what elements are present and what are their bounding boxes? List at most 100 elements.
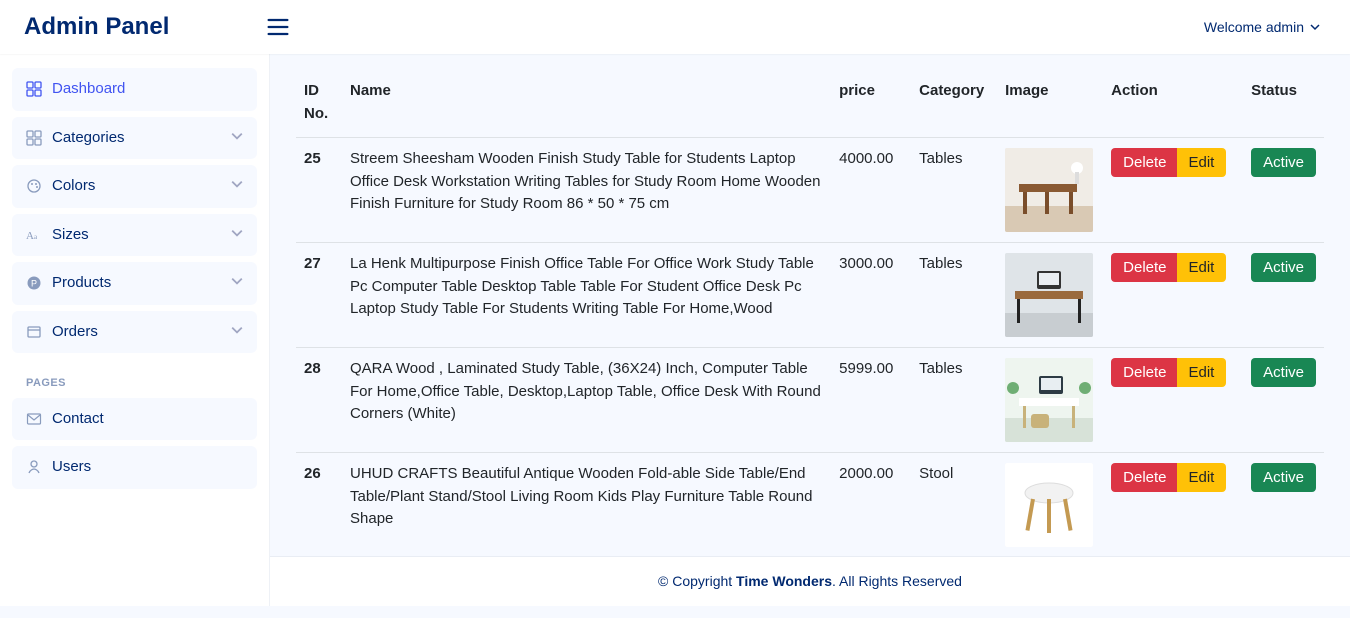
sidebar-item-label: Orders <box>52 321 98 344</box>
user-greeting: Welcome admin <box>1204 17 1304 38</box>
product-image <box>1005 463 1093 547</box>
table-row: 25Streem Sheesham Wooden Finish Study Ta… <box>296 138 1324 243</box>
product-thumbnail <box>1005 253 1093 337</box>
status-active-button[interactable]: Active <box>1251 358 1316 387</box>
col-action: Action <box>1103 72 1243 138</box>
col-image: Image <box>997 72 1103 138</box>
cell-category: Tables <box>911 138 997 243</box>
cell-price: 5999.00 <box>831 348 911 453</box>
sidebar-item-label: Colors <box>52 175 95 198</box>
status-active-button[interactable]: Active <box>1251 253 1316 282</box>
cell-image <box>997 348 1103 453</box>
nav-icon <box>26 324 42 340</box>
cell-action: DeleteEdit <box>1103 138 1243 243</box>
sidebar-item-label: Users <box>52 456 91 479</box>
user-menu[interactable]: Welcome admin <box>1198 13 1326 42</box>
nav-icon <box>26 130 42 146</box>
cell-status: Active <box>1243 138 1324 243</box>
chevron-down-icon <box>231 275 243 287</box>
cell-name: QARA Wood , Laminated Study Table, (36X2… <box>342 348 831 453</box>
status-active-button[interactable]: Active <box>1251 148 1316 177</box>
sidebar-item-dashboard[interactable]: Dashboard <box>12 68 257 111</box>
expand-toggle <box>231 127 243 150</box>
col-id: ID No. <box>296 72 342 138</box>
products-table: ID No. Name price Category Image Action … <box>296 72 1324 558</box>
box-icon <box>26 324 42 340</box>
cell-category: Stool <box>911 453 997 558</box>
col-category: Category <box>911 72 997 138</box>
delete-button[interactable]: Delete <box>1111 358 1178 387</box>
expand-toggle <box>231 321 243 344</box>
cell-price: 4000.00 <box>831 138 911 243</box>
cell-price: 2000.00 <box>831 453 911 558</box>
sidebar-item-categories[interactable]: Categories <box>12 117 257 160</box>
edit-button[interactable]: Edit <box>1177 148 1227 177</box>
chevron-down-icon <box>231 227 243 239</box>
nav-section-pages: PAGES <box>12 359 257 398</box>
nav-icon <box>26 81 42 97</box>
sidebar-item-contact[interactable]: Contact <box>12 398 257 441</box>
main: ID No. Name price Category Image Action … <box>270 0 1350 618</box>
app-title[interactable]: Admin Panel <box>24 9 264 45</box>
footer: © Copyright Time Wonders. All Rights Res… <box>270 556 1350 606</box>
status-active-button[interactable]: Active <box>1251 463 1316 492</box>
edit-button[interactable]: Edit <box>1177 253 1227 282</box>
product-image <box>1005 148 1093 232</box>
product-thumbnail <box>1005 463 1093 547</box>
col-name: Name <box>342 72 831 138</box>
nav-icon <box>26 459 42 475</box>
edit-button[interactable]: Edit <box>1177 358 1227 387</box>
cell-id: 25 <box>296 138 342 243</box>
nav-icon <box>26 178 42 194</box>
menu-toggle[interactable] <box>264 13 292 41</box>
type-icon: Aa <box>26 227 42 243</box>
footer-brand: Time Wonders <box>736 573 832 589</box>
cell-action: DeleteEdit <box>1103 348 1243 453</box>
grid-icon <box>26 81 42 97</box>
circle-p-icon: P <box>26 275 42 291</box>
delete-button[interactable]: Delete <box>1111 253 1178 282</box>
sidebar-item-label: Products <box>52 272 111 295</box>
sidebar-item-colors[interactable]: Colors <box>12 165 257 208</box>
chevron-down-icon <box>231 324 243 336</box>
cell-action: DeleteEdit <box>1103 243 1243 348</box>
expand-toggle <box>231 175 243 198</box>
cell-image <box>997 138 1103 243</box>
delete-button[interactable]: Delete <box>1111 148 1178 177</box>
footer-prefix: © Copyright <box>658 573 736 589</box>
sidebar: Dashboard Categories Colors AaSizes P Product… <box>0 54 270 606</box>
sidebar-item-label: Contact <box>52 408 104 431</box>
col-price: price <box>831 72 911 138</box>
edit-button[interactable]: Edit <box>1177 463 1227 492</box>
cell-name: La Henk Multipurpose Finish Office Table… <box>342 243 831 348</box>
cell-id: 27 <box>296 243 342 348</box>
cell-id: 28 <box>296 348 342 453</box>
sidebar-item-users[interactable]: Users <box>12 446 257 489</box>
footer-suffix: . All Rights Reserved <box>832 573 962 589</box>
expand-toggle <box>231 224 243 247</box>
sidebar-item-products[interactable]: P Products <box>12 262 257 305</box>
sidebar-item-sizes[interactable]: AaSizes <box>12 214 257 257</box>
expand-toggle <box>231 272 243 295</box>
product-image <box>1005 358 1093 442</box>
chevron-down-icon <box>1310 22 1320 32</box>
product-image <box>1005 253 1093 337</box>
nav-icon: Aa <box>26 227 42 243</box>
cell-image <box>997 243 1103 348</box>
grid-icon <box>26 130 42 146</box>
chevron-down-icon <box>231 130 243 142</box>
cell-image <box>997 453 1103 558</box>
table-row: 27La Henk Multipurpose Finish Office Tab… <box>296 243 1324 348</box>
cell-status: Active <box>1243 243 1324 348</box>
nav-icon <box>26 411 42 427</box>
table-row: 26UHUD CRAFTS Beautiful Antique Wooden F… <box>296 453 1324 558</box>
cell-id: 26 <box>296 453 342 558</box>
chevron-down-icon <box>231 178 243 190</box>
product-thumbnail <box>1005 358 1093 442</box>
svg-text:P: P <box>31 279 37 289</box>
palette-icon <box>26 178 42 194</box>
delete-button[interactable]: Delete <box>1111 463 1178 492</box>
sidebar-item-orders[interactable]: Orders <box>12 311 257 354</box>
cell-price: 3000.00 <box>831 243 911 348</box>
svg-text:A: A <box>26 230 34 242</box>
